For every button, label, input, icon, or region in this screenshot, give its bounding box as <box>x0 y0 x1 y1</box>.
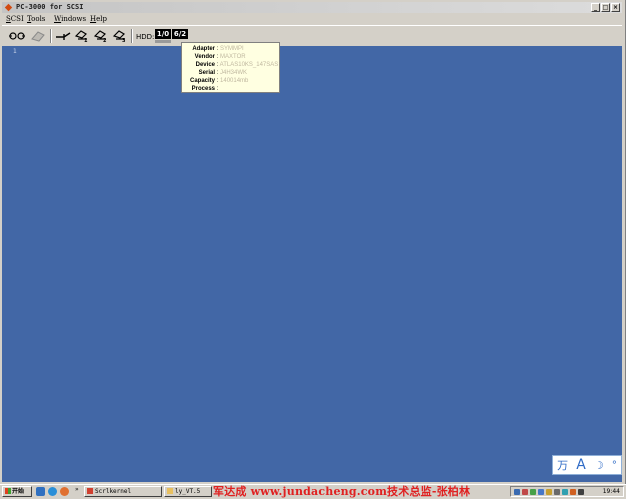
hdd-tab-6-2[interactable]: 6/2 <box>172 29 188 39</box>
device-1-icon[interactable] <box>74 29 90 43</box>
desktop-icon[interactable] <box>36 487 45 496</box>
toolbar-separator <box>131 29 133 43</box>
toolbar: 1 2 3 HDD: 1/0 6/2 <box>2 25 622 47</box>
menu-scsi[interactable]: SCSI <box>6 15 24 24</box>
ime-alpha-icon[interactable]: A <box>576 457 586 473</box>
disabled-tool-icon[interactable] <box>30 29 46 43</box>
device-1-subscript: 1 <box>84 38 88 44</box>
tray-network-icon[interactable] <box>514 489 520 495</box>
tooltip-row-serial: Serial : J4H34WK <box>198 70 248 76</box>
tooltip-row-device: Device : ATLAS10KS_147SAS <box>195 62 279 68</box>
tray-device-icon[interactable] <box>554 489 560 495</box>
tray-security-icon[interactable] <box>530 489 536 495</box>
device-3-icon[interactable] <box>112 29 128 43</box>
tray-clock[interactable]: 19:44 <box>603 487 620 496</box>
tooltip-row-vendor: Vendor : MAXTOR <box>194 54 246 60</box>
start-button[interactable]: 开始 <box>2 486 32 497</box>
connect-icon[interactable] <box>8 29 26 43</box>
task-scrlkernel[interactable]: Scrlkernel <box>84 486 162 497</box>
maximize-button[interactable]: □ <box>601 3 610 12</box>
tooltip-row-process: Process : <box>191 86 219 92</box>
workspace-mark: 1 <box>13 48 17 55</box>
windows-flag-icon <box>5 488 11 494</box>
tray-app-icon[interactable] <box>570 489 576 495</box>
window-title: PC-3000 for SCSI <box>16 3 84 11</box>
tray-volume-icon[interactable] <box>538 489 544 495</box>
tray-update-icon[interactable] <box>546 489 552 495</box>
ime-degree-icon[interactable]: ° <box>612 460 617 471</box>
app-icon[interactable] <box>4 3 13 12</box>
menu-bar: SCSI Tools Windows Help <box>2 14 622 25</box>
device-2-icon[interactable] <box>93 29 109 43</box>
app-window: PC-3000 for SCSI _ □ × SCSI Tools Window… <box>0 0 626 484</box>
browser-icon[interactable] <box>48 487 57 496</box>
folder-icon <box>167 488 173 494</box>
toolbar-separator <box>50 29 52 43</box>
close-button[interactable]: × <box>611 3 620 12</box>
ime-mode-icon[interactable]: 万 <box>557 457 568 473</box>
system-tray: 19:44 <box>510 486 624 497</box>
menu-help[interactable]: Help <box>90 15 107 24</box>
workspace[interactable]: 1 <box>2 46 622 482</box>
window-controls: _ □ × <box>591 3 620 12</box>
tooltip-row-adapter: Adapter : SYMMPI <box>192 46 244 52</box>
title-bar[interactable]: PC-3000 for SCSI _ □ × <box>2 2 622 13</box>
watermark-text: 军达成 www.jundacheng.com技术总监-张柏林 <box>213 485 471 498</box>
menu-windows[interactable]: Windows <box>54 15 86 24</box>
hdd-tab-1-0[interactable]: 1/0 <box>155 29 171 39</box>
hdd-info-tooltip: Adapter : SYMMPI Vendor : MAXTOR Device … <box>181 42 280 93</box>
device-3-subscript: 3 <box>122 38 126 44</box>
ime-toolbar[interactable]: 万 A ☽ ° <box>552 455 622 475</box>
media-icon[interactable] <box>60 487 69 496</box>
probe-icon[interactable] <box>55 29 71 43</box>
task-app-icon <box>87 488 93 494</box>
hdd-tab-indicator <box>155 40 171 43</box>
ime-moon-icon[interactable]: ☽ <box>594 459 604 472</box>
tray-antivirus-icon[interactable] <box>562 489 568 495</box>
hdd-label: HDD: <box>136 33 155 41</box>
tray-ime-icon[interactable] <box>522 489 528 495</box>
tray-speaker-icon[interactable] <box>578 489 584 495</box>
device-2-subscript: 2 <box>103 38 107 44</box>
minimize-button[interactable]: _ <box>591 3 600 12</box>
menu-tools[interactable]: Tools <box>27 15 45 24</box>
quicklaunch-more-icon[interactable]: » <box>75 486 79 493</box>
tooltip-row-capacity: Capacity : 140014mb <box>189 78 249 84</box>
task-ly-vt5[interactable]: ly_VT.5 <box>164 486 212 497</box>
taskbar: 开始 » Scrlkernel ly_VT.5 军达成 www.jundache… <box>0 484 626 499</box>
